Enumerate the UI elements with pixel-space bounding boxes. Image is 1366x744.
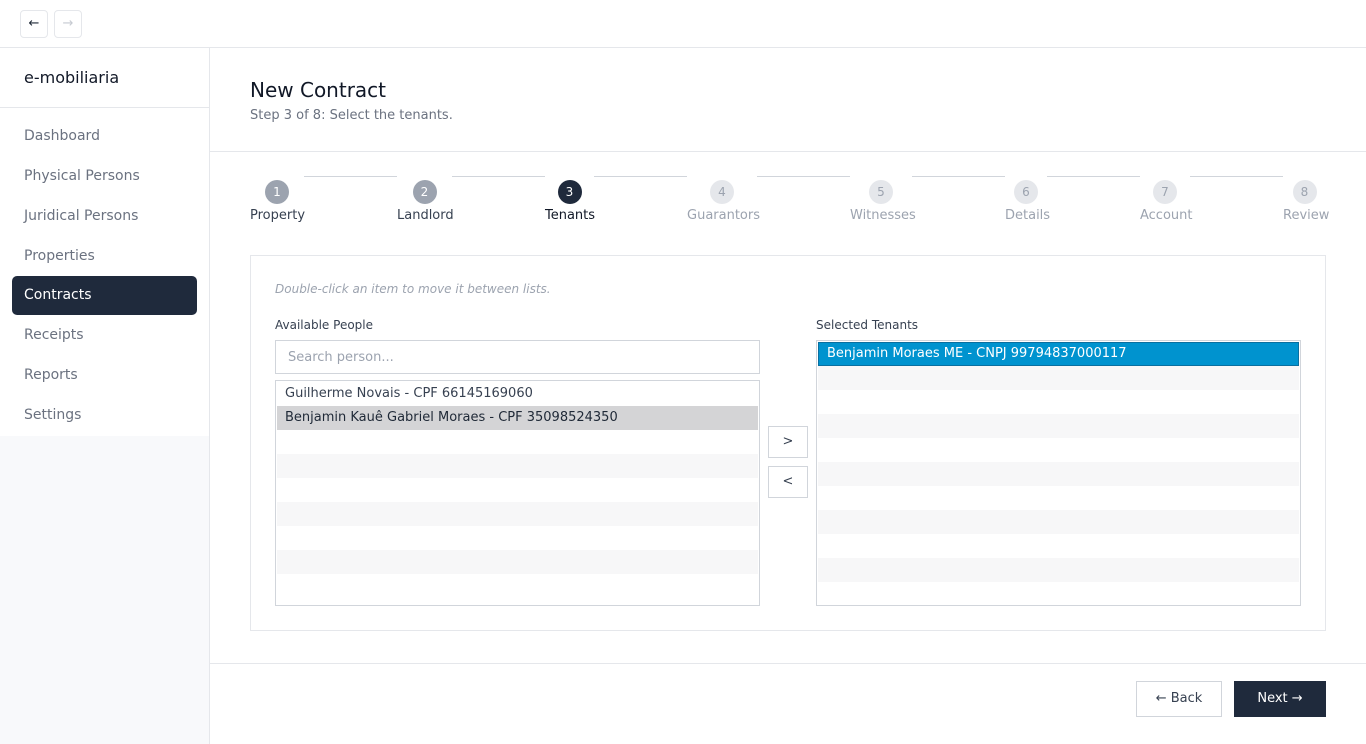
step-label: Account: [1140, 208, 1193, 223]
selected-tenants-label: Selected Tenants: [816, 318, 919, 332]
empty-row: [277, 502, 758, 526]
sidebar-item-receipts[interactable]: Receipts: [0, 315, 209, 355]
available-people-label: Available People: [275, 318, 373, 332]
wizard-stepper: 1 Property 2 Landlord 3 Tenants 4 Guaran…: [250, 176, 1330, 240]
selected-tenants-list[interactable]: Benjamin Moraes ME - CNPJ 99794837000117: [816, 340, 1301, 606]
page-header: New Contract Step 3 of 8: Select the ten…: [210, 48, 1366, 152]
step-number: 3: [557, 180, 582, 204]
empty-row: [818, 486, 1299, 510]
step-landlord[interactable]: 2 Landlord: [397, 180, 454, 223]
step-connector: [757, 176, 850, 177]
step-connector: [594, 176, 687, 177]
step-details[interactable]: 6 Details: [1005, 180, 1051, 223]
step-guarantors[interactable]: 4 Guarantors: [687, 180, 760, 223]
step-label: Witnesses: [850, 208, 916, 223]
empty-row: [818, 462, 1299, 486]
step-label: Guarantors: [687, 208, 760, 223]
sidebar: e-mobiliaria Dashboard Physical Persons …: [0, 48, 210, 744]
hint-text: Double-click an item to move it between …: [275, 282, 551, 296]
sidebar-item-dashboard[interactable]: Dashboard: [0, 116, 209, 156]
step-label: Landlord: [397, 208, 454, 223]
wizard-footer: ← Back Next →: [210, 663, 1366, 744]
step-account[interactable]: 7 Account: [1140, 180, 1193, 223]
empty-row: [818, 558, 1299, 582]
step-number: 8: [1292, 180, 1317, 204]
sidebar-item-reports[interactable]: Reports: [0, 355, 209, 395]
back-arrow-icon[interactable]: ←: [20, 10, 48, 38]
sidebar-item-juridical-persons[interactable]: Juridical Persons: [0, 196, 209, 236]
step-number: 1: [265, 180, 289, 204]
sidebar-menu: Dashboard Physical Persons Juridical Per…: [0, 108, 209, 435]
empty-row: [818, 582, 1299, 605]
forward-arrow-icon[interactable]: →: [54, 10, 82, 38]
step-review[interactable]: 8 Review: [1283, 180, 1330, 223]
empty-row: [277, 430, 758, 454]
step-connector: [304, 176, 397, 177]
empty-row: [277, 478, 758, 502]
list-item[interactable]: Benjamin Moraes ME - CNPJ 99794837000117: [818, 342, 1299, 366]
page-subtitle: Step 3 of 8: Select the tenants.: [250, 108, 453, 123]
brand-name: e-mobiliaria: [0, 48, 209, 108]
next-button[interactable]: Next →: [1234, 681, 1326, 717]
sidebar-item-properties[interactable]: Properties: [0, 236, 209, 276]
move-right-button[interactable]: >: [768, 426, 808, 458]
step-property[interactable]: 1 Property: [250, 180, 306, 223]
list-item[interactable]: Benjamin Kauê Gabriel Moraes - CPF 35098…: [277, 406, 758, 430]
back-button[interactable]: ← Back: [1136, 681, 1222, 717]
step-connector: [912, 176, 1005, 177]
step-number: 4: [710, 180, 734, 204]
empty-row: [277, 526, 758, 550]
empty-row: [277, 574, 758, 598]
top-bar: ← →: [0, 0, 1366, 48]
available-people-list[interactable]: Guilherme Novais - CPF 66145169060 Benja…: [275, 380, 760, 606]
step-witnesses[interactable]: 5 Witnesses: [850, 180, 916, 223]
empty-row: [818, 390, 1299, 414]
step-label: Details: [1005, 208, 1051, 223]
empty-row: [277, 550, 758, 574]
main-content: New Contract Step 3 of 8: Select the ten…: [210, 48, 1366, 744]
step-number: 5: [869, 180, 893, 204]
step-label: Tenants: [545, 208, 596, 223]
empty-row: [818, 414, 1299, 438]
search-person-input[interactable]: [275, 340, 760, 374]
step-connector: [452, 176, 545, 177]
empty-row: [818, 438, 1299, 462]
tenant-selection-panel: Double-click an item to move it between …: [250, 255, 1326, 631]
step-number: 7: [1153, 180, 1177, 204]
step-label: Review: [1283, 208, 1330, 223]
step-number: 6: [1014, 180, 1038, 204]
empty-row: [818, 510, 1299, 534]
step-connector: [1190, 176, 1283, 177]
sidebar-item-physical-persons[interactable]: Physical Persons: [0, 156, 209, 196]
page-title: New Contract: [250, 78, 387, 102]
move-left-button[interactable]: <: [768, 466, 808, 498]
step-number: 2: [412, 180, 437, 204]
step-connector: [1047, 176, 1140, 177]
step-tenants[interactable]: 3 Tenants: [545, 180, 596, 223]
list-item[interactable]: Guilherme Novais - CPF 66145169060: [277, 382, 758, 406]
empty-row: [818, 534, 1299, 558]
step-label: Property: [250, 208, 306, 223]
empty-row: [277, 454, 758, 478]
sidebar-item-settings[interactable]: Settings: [0, 395, 209, 435]
sidebar-item-contracts[interactable]: Contracts: [12, 276, 197, 315]
empty-row: [818, 366, 1299, 390]
